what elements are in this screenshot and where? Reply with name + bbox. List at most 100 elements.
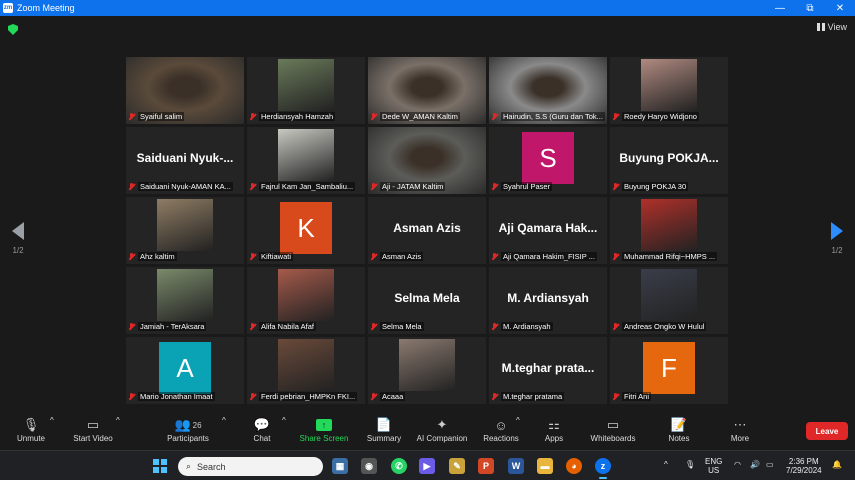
whiteboards-label: Whiteboards [590, 434, 636, 443]
participant-tile[interactable]: M. Ardiansyah M. Ardiansyah [489, 267, 607, 334]
participant-display-name: M.teghar prata... [501, 361, 595, 375]
windows-start-icon[interactable] [153, 459, 167, 473]
profile-photo [278, 129, 334, 181]
microphone-muted-icon [612, 252, 619, 261]
camera-app-icon[interactable]: ◉ [361, 458, 377, 474]
participant-name: Ahz kaltim [138, 252, 177, 261]
profile-photo [641, 59, 697, 111]
participant-tile[interactable]: K Kiftiawati [247, 197, 365, 264]
media-player-icon[interactable]: ▶ [419, 458, 435, 474]
close-button[interactable]: ✕ [825, 3, 855, 14]
minimize-button[interactable]: — [765, 3, 795, 14]
zoom-taskbar-icon[interactable]: z [595, 458, 611, 479]
participant-tile[interactable]: Jamiah - TerAksara [126, 267, 244, 334]
clock[interactable]: 2:36 PM 7/29/2024 [786, 457, 822, 475]
participant-tile[interactable]: Fajrul Kam Jan_Sambaliu... [247, 127, 365, 194]
participant-tile[interactable]: F Fitri Ani [610, 337, 728, 404]
participant-name-bar: Jamiah - TerAksara [128, 321, 242, 332]
audio-options-chevron-icon[interactable]: ^ [50, 416, 54, 425]
participant-tile[interactable]: Ahz kaltim [126, 197, 244, 264]
participant-name: Acaaa [380, 392, 406, 401]
participant-name: Syahrul Paser [501, 182, 553, 191]
news-widget-icon[interactable]: ▦ [332, 458, 348, 474]
participant-tile[interactable]: Herdiansyah Hamzah [247, 57, 365, 124]
language-code: ENG [705, 457, 723, 466]
region-code: US [708, 466, 720, 475]
participant-name-bar: M.teghar pratama [491, 391, 605, 402]
pen-app-icon[interactable]: ✎ [449, 458, 465, 474]
microphone-muted-icon [249, 252, 256, 261]
chat-options-chevron-icon[interactable]: ^ [282, 416, 286, 425]
reactions-button[interactable]: ☺ Reactions [481, 416, 521, 444]
participant-tile[interactable]: Asman Azis Asman Azis [368, 197, 486, 264]
language-indicator[interactable]: ENG US [705, 457, 722, 475]
notes-label: Notes [668, 434, 690, 443]
microphone-muted-icon [128, 112, 135, 121]
participant-name: Andreas Ongko W Hulul [622, 322, 707, 331]
shield-icon[interactable] [8, 24, 18, 35]
participant-tile[interactable]: Selma Mela Selma Mela [368, 267, 486, 334]
more-button[interactable]: ⋯ More [728, 416, 752, 443]
wifi-icon[interactable]: ◠ [734, 460, 741, 469]
participant-tile[interactable]: Buyung POKJA... Buyung POKJA 30 [610, 127, 728, 194]
battery-icon[interactable]: ▭ [766, 460, 774, 469]
taskbar-search-box[interactable]: ⌕ Search [178, 457, 323, 476]
participant-tile[interactable]: Aji Qamara Hak... Aji Qamara Hakim_FISIP … [489, 197, 607, 264]
volume-icon[interactable]: 🔊 [750, 460, 760, 469]
ai-companion-label: AI Companion [416, 434, 468, 443]
unmute-button[interactable]: 🎙 Unmute [14, 416, 48, 443]
participant-tile[interactable]: Roedy Haryo Widjono [610, 57, 728, 124]
reactions-options-chevron-icon[interactable]: ^ [516, 416, 520, 425]
participant-tile[interactable]: Syaiful salim [126, 57, 244, 124]
participant-tile[interactable]: Ferdi pebrian_HMPKn FKI... [247, 337, 365, 404]
next-page-button[interactable]: 1/2 [829, 222, 845, 255]
profile-photo [278, 269, 334, 321]
participant-tile[interactable]: Aji - JATAM Kaltim [368, 127, 486, 194]
file-explorer-icon[interactable]: ▬ [537, 458, 553, 474]
participant-tile[interactable]: Dede W_AMAN Kaltim [368, 57, 486, 124]
notes-button[interactable]: 📝 Notes [666, 416, 692, 443]
participant-name: Fajrul Kam Jan_Sambaliu... [259, 182, 356, 191]
start-video-button[interactable]: ▭ Start Video [70, 416, 116, 443]
profile-photo [641, 199, 697, 251]
leave-button[interactable]: Leave [806, 422, 848, 440]
view-button[interactable]: View [816, 22, 847, 32]
chat-button[interactable]: 💬 Chat [250, 416, 274, 443]
participant-display-name: Asman Azis [393, 221, 461, 235]
participant-tile[interactable]: S Syahrul Paser [489, 127, 607, 194]
whatsapp-icon[interactable]: ✆ [391, 458, 407, 474]
avatar: F [643, 342, 695, 394]
word-icon[interactable]: W [508, 458, 524, 474]
participant-tile[interactable]: Hairudin, S.S (Guru dan Tok... [489, 57, 607, 124]
share-screen-label: Share Screen [299, 434, 349, 443]
participant-name-bar: Herdiansyah Hamzah [249, 111, 363, 122]
whiteboards-button[interactable]: ▭ Whiteboards [588, 416, 638, 443]
previous-page-button[interactable]: 1/2 [10, 222, 26, 255]
participant-name-bar: Fitri Ani [612, 391, 726, 402]
ai-companion-button[interactable]: ✦ AI Companion [414, 416, 470, 443]
participant-tile[interactable]: M.teghar prata... M.teghar pratama [489, 337, 607, 404]
participant-tile[interactable]: Muhammad Rifqi~HMPS ... [610, 197, 728, 264]
maximize-button[interactable]: ⧉ [795, 3, 825, 14]
summary-button[interactable]: 📄 Summary [364, 416, 404, 443]
video-options-chevron-icon[interactable]: ^ [116, 416, 120, 425]
participant-display-name: Buyung POKJA... [619, 151, 719, 165]
notification-bell-icon[interactable]: 🔔 [832, 460, 842, 469]
participants-button[interactable]: 👥 26 Participants [165, 416, 211, 443]
profile-photo [641, 269, 697, 321]
whiteboard-icon: ▭ [606, 417, 620, 432]
view-label: View [827, 22, 847, 32]
participant-tile[interactable]: Alifa Nabila Afaf [247, 267, 365, 334]
participant-tile[interactable]: A Mario Jonathan Imaat [126, 337, 244, 404]
firefox-icon[interactable]: ◕ [566, 458, 582, 474]
participants-options-chevron-icon[interactable]: ^ [222, 416, 226, 425]
share-screen-button[interactable]: ↑ Share Screen [298, 416, 350, 443]
avatar: S [522, 132, 574, 184]
apps-button[interactable]: ⚏ Apps [540, 416, 568, 443]
participant-tile[interactable]: Andreas Ongko W Hulul [610, 267, 728, 334]
tray-overflow-chevron-icon[interactable]: ^ [664, 460, 668, 469]
microphone-tray-icon[interactable]: 🎙 [685, 460, 695, 469]
powerpoint-icon[interactable]: P [478, 458, 494, 474]
participant-tile[interactable]: Saiduani Nyuk-... Saiduani Nyuk-AMAN KA..… [126, 127, 244, 194]
participant-tile[interactable]: Acaaa [368, 337, 486, 404]
